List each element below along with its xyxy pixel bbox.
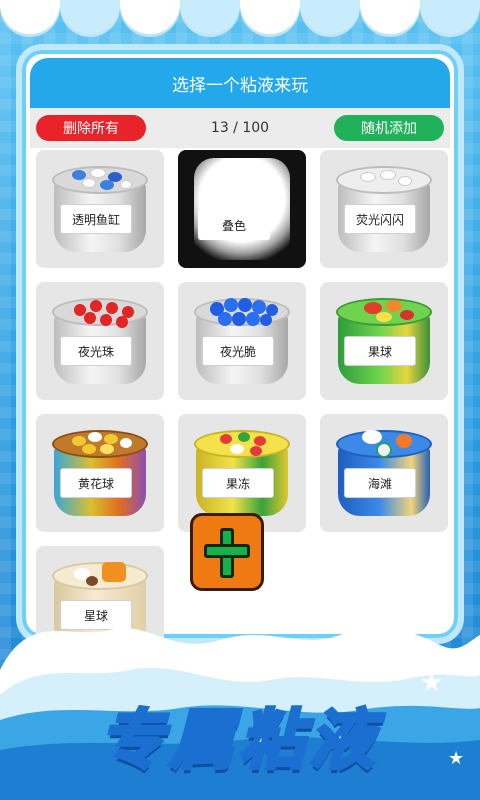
slime-label: 透明鱼缸 (60, 204, 132, 234)
delete-all-button[interactable]: 删除所有 (36, 115, 146, 141)
random-add-button[interactable]: 随机添加 (334, 115, 444, 141)
slime-jar-icon: 夜光脆 (192, 292, 292, 390)
slime-card[interactable]: 夜光脆 (178, 282, 306, 400)
slime-jar-icon: 果球 (334, 292, 434, 390)
slime-label: 叠色 (198, 210, 270, 240)
slime-label: 黄花球 (60, 468, 132, 498)
slime-card[interactable]: 夜光珠 (36, 282, 164, 400)
awning-decoration (0, 0, 480, 40)
slime-card[interactable]: 海滩 (320, 414, 448, 532)
slime-card[interactable]: 荧光闪闪 (320, 150, 448, 268)
slime-jar-icon: 荧光闪闪 (334, 160, 434, 258)
slime-label: 夜光珠 (60, 336, 132, 366)
slime-card[interactable]: 透明鱼缸 (36, 150, 164, 268)
slime-card-selected[interactable]: 叠色 (178, 150, 306, 268)
star-icon: ★ (20, 640, 33, 656)
add-slime-button[interactable] (190, 513, 264, 591)
slime-jar-icon: 夜光珠 (50, 292, 150, 390)
slime-label: 果球 (344, 336, 416, 366)
slime-card[interactable]: 黄花球 (36, 414, 164, 532)
page-title: 选择一个粘液来玩 (30, 58, 450, 108)
slime-counter: 13 / 100 (210, 120, 270, 136)
slime-label: 果冻 (202, 468, 274, 498)
slime-jar-icon: 黄花球 (50, 424, 150, 522)
promo-banner: 专属粘液 (0, 680, 480, 790)
slime-jar-icon: 透明鱼缸 (50, 160, 150, 258)
toolbar: 删除所有 13 / 100 随机添加 (30, 108, 450, 148)
slime-label: 夜光脆 (202, 336, 274, 366)
slime-card[interactable]: 果球 (320, 282, 448, 400)
banner-title: 专属粘液 (98, 702, 380, 780)
slime-label: 荧光闪闪 (344, 204, 416, 234)
slime-jar-icon: 果冻 (192, 424, 292, 522)
slime-label: 海滩 (344, 468, 416, 498)
slime-jar-icon: 海滩 (334, 424, 434, 522)
